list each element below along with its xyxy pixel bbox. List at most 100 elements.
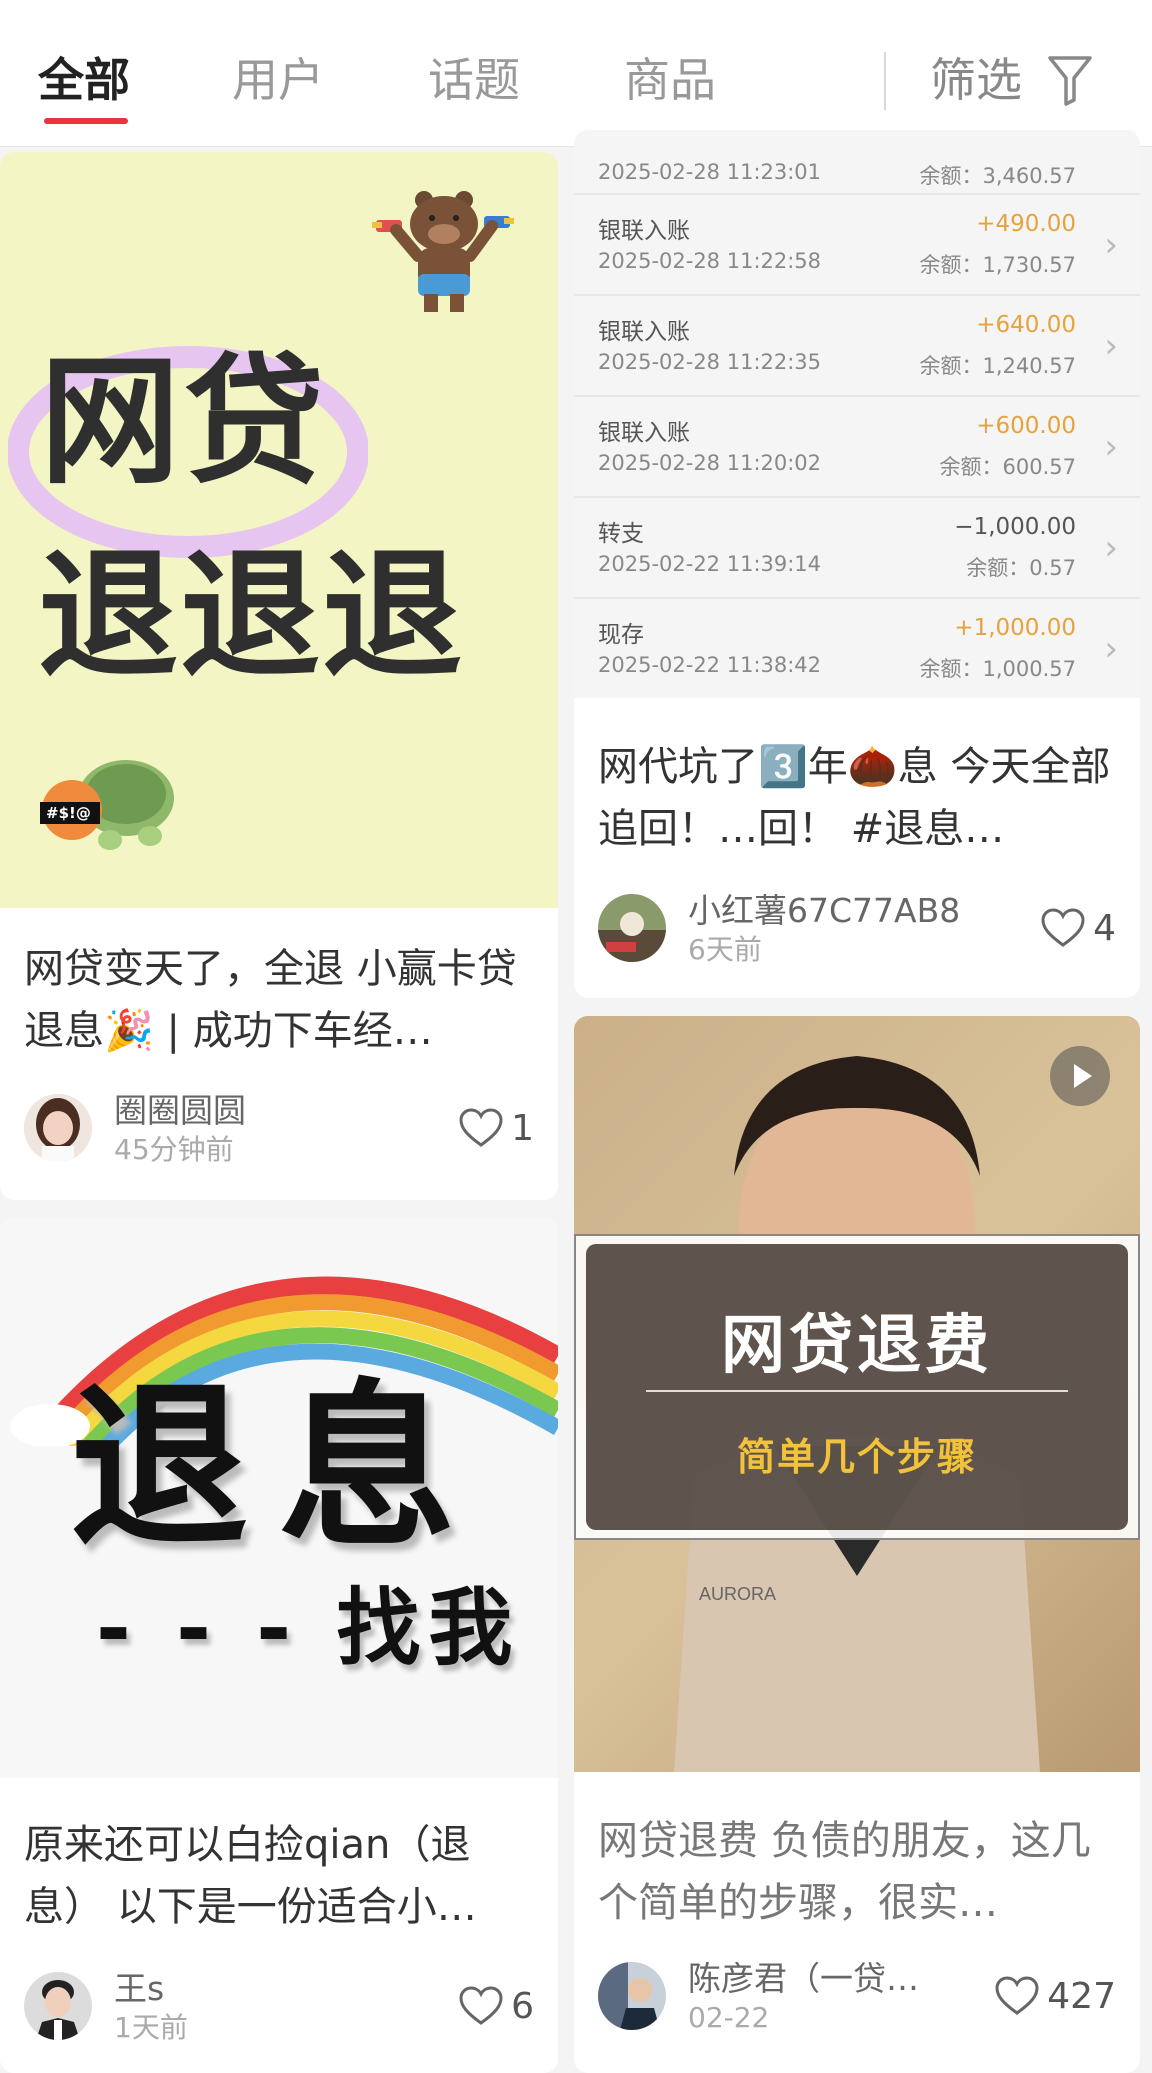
- avatar-kitchen-image: [598, 894, 666, 962]
- tab-products[interactable]: 商品: [624, 52, 716, 108]
- transaction-time: 2025-02-28 11:22:58: [598, 249, 822, 273]
- transaction-amount: +1,000.00: [954, 615, 1076, 641]
- transaction-amount: +600.00: [976, 413, 1076, 439]
- note-card[interactable]: 2025-02-28 11:23:01 余额：3,460.57 › 银联入账 2…: [574, 130, 1140, 998]
- transaction-row: 银联入账 2025-02-28 11:20:02 +600.00 余额：600.…: [574, 397, 1140, 498]
- chevron-right-icon: ›: [1104, 326, 1118, 366]
- bear-sticker-icon: [372, 191, 514, 312]
- like-count: 1: [511, 1107, 534, 1149]
- note-author[interactable]: 圈圈圆圆 45分钟前 1: [24, 1091, 534, 1170]
- note-title: 网贷退费 负债的朋友，这几个简单的步骤，很实…: [598, 1818, 1091, 1926]
- search-tab-bar: 全部 用户 话题 商品 筛选: [0, 0, 1152, 147]
- heart-icon: [459, 1108, 503, 1147]
- transaction-type: 银联入账: [598, 218, 690, 244]
- cover-headline-1: 网贷: [40, 341, 329, 504]
- transaction-time: 2025-02-22 11:39:14: [598, 552, 822, 576]
- transaction-balance: 余额：1,240.57: [919, 354, 1076, 378]
- turtle-censor-text: #$!@: [46, 804, 91, 822]
- heart-icon: [995, 1976, 1039, 2015]
- avatar[interactable]: [24, 1972, 92, 2040]
- tab-all[interactable]: 全部: [38, 52, 130, 108]
- avatar[interactable]: [24, 1094, 92, 1162]
- active-tab-indicator: [44, 118, 128, 124]
- transaction-row: 2025-02-28 11:23:01 余额：3,460.57 ›: [574, 130, 1140, 195]
- note-card[interactable]: 退息 - - - 找我 原来还可以白捡qian（退息） 以下是一份适合小… 王s…: [0, 1218, 558, 2073]
- note-card[interactable]: 网贷 退退退 #$!@ 网贷变天了，全退 小赢卡贷退息🎉 | 成功下车经… 圈圈…: [0, 152, 558, 1200]
- funnel-icon: [1048, 56, 1092, 106]
- note-card[interactable]: AURORA 网贷退费 简单几个步骤 网贷退费 负债的朋友，这几个简单的步骤，很…: [574, 1016, 1140, 2073]
- like-button[interactable]: 6: [459, 1984, 534, 2028]
- note-cover-image: 退息 - - - 找我: [0, 1218, 558, 1778]
- tab-topics[interactable]: 话题: [428, 52, 520, 108]
- note-author[interactable]: 小红薯67C77AB8 6天前 4: [598, 891, 1116, 970]
- video-overlay-banner: 网贷退费 简单几个步骤: [586, 1244, 1128, 1530]
- avatar[interactable]: [598, 1962, 666, 2030]
- note-cover-video: AURORA 网贷退费 简单几个步骤: [574, 1016, 1140, 1772]
- transaction-time: 2025-02-28 11:23:01: [598, 160, 822, 184]
- like-button[interactable]: 4: [1041, 906, 1116, 950]
- transaction-time: 2025-02-22 11:38:42: [598, 653, 822, 677]
- transaction-row: 现存 2025-02-22 11:38:42 +1,000.00 余额：1,00…: [574, 599, 1140, 698]
- avatar[interactable]: [598, 894, 666, 962]
- like-button[interactable]: 427: [995, 1974, 1116, 2018]
- transaction-type: 银联入账: [598, 319, 690, 345]
- heart-icon: [459, 1986, 503, 2025]
- transaction-time: 2025-02-28 11:22:35: [598, 350, 822, 374]
- transaction-row: 银联入账 2025-02-28 11:22:58 +490.00 余额：1,73…: [574, 195, 1140, 296]
- note-author[interactable]: 陈彦君（一贷… 02-22 427: [598, 1959, 1116, 2038]
- chevron-right-icon: ›: [1104, 225, 1118, 265]
- chevron-right-icon: ›: [1104, 427, 1118, 467]
- post-time: 6天前: [688, 933, 762, 966]
- filter-button[interactable]: 筛选: [930, 52, 1092, 112]
- transaction-row: 转支 2025-02-22 11:39:14 −1,000.00 余额：0.57…: [574, 498, 1140, 599]
- note-cover-image: 网贷 退退退 #$!@: [0, 152, 558, 908]
- transaction-amount: −1,000.00: [954, 514, 1076, 540]
- note-author[interactable]: 王s 1天前 6: [24, 1969, 534, 2048]
- avatar-office-image: [598, 1962, 666, 2030]
- cover-headline-2: - - - 找我: [96, 1579, 521, 1677]
- transaction-balance: 余额：600.57: [939, 455, 1076, 479]
- overlay-title: 网贷退费: [721, 1309, 993, 1383]
- like-button[interactable]: 1: [459, 1106, 534, 1150]
- post-time: 45分钟前: [114, 1133, 234, 1166]
- note-cover-image: 2025-02-28 11:23:01 余额：3,460.57 › 银联入账 2…: [574, 130, 1140, 698]
- author-name: 圈圈圆圆: [114, 1091, 246, 1130]
- author-name: 小红薯67C77AB8: [688, 891, 961, 930]
- transaction-balance: 余额：0.57: [966, 556, 1076, 580]
- avatar-man-image: [24, 1972, 92, 2040]
- cover-headline-1: 退息: [70, 1364, 486, 1571]
- chevron-right-icon: ›: [1104, 629, 1118, 669]
- author-name: 王s: [114, 1969, 165, 2008]
- transaction-amount: +490.00: [976, 211, 1076, 237]
- avatar-girl-image: [24, 1094, 92, 1162]
- note-title: 网代坑了3️⃣年🌰息 今天全部追回！…回！ #退息…: [598, 744, 1111, 852]
- transaction-balance: 余额：1,000.57: [919, 657, 1076, 681]
- post-time: 02-22: [688, 2001, 770, 2034]
- author-name: 陈彦君（一贷…: [688, 1959, 919, 1998]
- transaction-amount: +640.00: [976, 312, 1076, 338]
- transaction-type: 转支: [598, 521, 644, 547]
- note-title: 原来还可以白捡qian（退息） 以下是一份适合小…: [24, 1822, 477, 1930]
- post-time: 1天前: [114, 2011, 188, 2044]
- cover-headline-2: 退退退: [38, 535, 465, 698]
- tab-users[interactable]: 用户: [232, 52, 324, 108]
- overlay-divider: [646, 1390, 1068, 1392]
- transaction-type: 银联入账: [598, 420, 690, 446]
- note-title: 网贷变天了，全退 小赢卡贷退息🎉 | 成功下车经…: [24, 946, 517, 1054]
- chevron-right-icon: ›: [1104, 528, 1118, 568]
- transaction-type: 现存: [598, 622, 644, 648]
- transaction-balance: 余额：1,730.57: [919, 253, 1076, 277]
- play-icon: [1074, 1064, 1092, 1088]
- like-count: 427: [1047, 1975, 1116, 2017]
- transaction-balance: 余额：3,460.57: [919, 164, 1076, 188]
- heart-icon: [1041, 908, 1085, 947]
- play-button[interactable]: [1050, 1046, 1110, 1106]
- transaction-time: 2025-02-28 11:20:02: [598, 451, 822, 475]
- tab-divider: [884, 52, 886, 110]
- transaction-row: 银联入账 2025-02-28 11:22:35 +640.00 余额：1,24…: [574, 296, 1140, 397]
- overlay-subtitle: 简单几个步骤: [736, 1435, 977, 1479]
- like-count: 6: [511, 1985, 534, 2027]
- filter-label: 筛选: [930, 53, 1022, 107]
- like-count: 4: [1093, 907, 1116, 949]
- jacket-logo: AURORA: [699, 1584, 776, 1604]
